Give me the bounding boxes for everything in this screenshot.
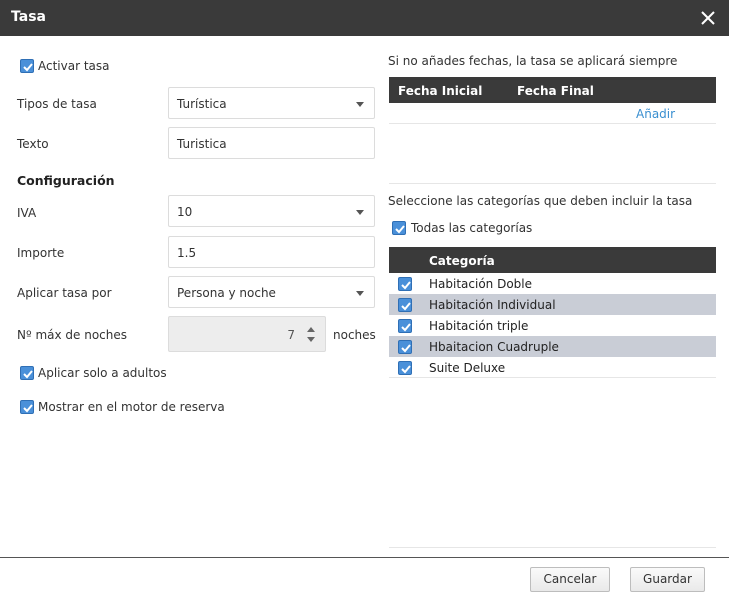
col-end-date: Fecha Final [517,84,594,98]
check-icon [401,302,411,311]
max-nights-value: 7 [287,328,295,342]
apply-by-select[interactable]: Persona y noche [168,276,375,308]
vat-select[interactable]: 10 [168,195,375,227]
nights-unit: noches [333,328,376,342]
apply-by-value: Persona y noche [177,286,276,300]
check-icon [401,281,411,290]
chevron-down-icon [356,291,364,296]
category-row[interactable]: Habitación triple [389,315,716,336]
category-row[interactable]: Habitación Individual [389,294,716,315]
text-input[interactable]: Turistica [168,127,375,159]
categories-table-header: Categoría [389,247,716,273]
decrement-icon[interactable] [307,337,315,342]
add-date-link[interactable]: Añadir [636,107,675,121]
amount-value: 1.5 [177,246,197,260]
vat-value: 10 [177,205,193,219]
activate-label: Activar tasa [38,59,110,73]
divider [389,377,716,378]
category-row[interactable]: Hbaitacion Cuadruple [389,336,716,357]
type-value: Turística [177,97,227,111]
check-icon [23,63,33,72]
col-category: Categoría [429,254,495,268]
show-engine-checkbox[interactable] [20,400,34,414]
type-select[interactable]: Turística [168,87,375,119]
cancel-button[interactable]: Cancelar [530,567,610,592]
category-checkbox[interactable] [398,340,412,354]
category-label: Habitación Doble [429,277,532,291]
category-row[interactable]: Habitación Doble [389,273,716,294]
category-label: Habitación triple [429,319,529,333]
check-icon [401,323,411,332]
footer-divider [0,557,729,558]
close-icon[interactable] [699,9,717,27]
type-label: Tipos de tasa [17,97,97,111]
vat-label: IVA [17,206,37,220]
config-heading: Configuración [17,173,115,188]
apply-by-label: Aplicar tasa por [17,286,112,300]
chevron-down-icon [356,210,364,215]
category-label: Hbaitacion Cuadruple [429,340,559,354]
max-nights-stepper[interactable]: 7 [168,316,326,352]
adults-only-label: Aplicar solo a adultos [38,366,167,380]
check-icon [23,404,33,413]
divider [389,123,716,124]
dialog-title: Tasa [11,9,46,25]
dialog-titlebar: Tasa [0,0,729,36]
amount-label: Importe [17,246,65,260]
save-button[interactable]: Guardar [630,567,705,592]
text-label: Texto [17,137,49,151]
category-checkbox[interactable] [398,319,412,333]
check-icon [401,344,411,353]
max-nights-label: Nº máx de noches [17,328,128,342]
category-label: Habitación Individual [429,298,556,312]
increment-icon[interactable] [307,327,315,332]
check-icon [395,225,405,234]
amount-input[interactable]: 1.5 [168,236,375,268]
categories-hint: Seleccione las categorías que deben incl… [388,194,693,208]
category-checkbox[interactable] [398,277,412,291]
category-row[interactable]: Suite Deluxe [389,357,716,378]
chevron-down-icon [356,102,364,107]
adults-only-checkbox[interactable] [20,366,34,380]
all-categories-label: Todas las categorías [411,221,533,235]
show-engine-label: Mostrar en el motor de reserva [38,400,225,414]
category-label: Suite Deluxe [429,361,506,375]
activate-checkbox[interactable] [20,59,34,73]
category-checkbox[interactable] [398,298,412,312]
dates-table-header: Fecha Inicial Fecha Final [389,77,716,103]
category-checkbox[interactable] [398,361,412,375]
col-start-date: Fecha Inicial [398,84,483,98]
check-icon [401,365,411,374]
check-icon [23,370,33,379]
dates-hint: Si no añades fechas, la tasa se aplicará… [388,54,678,68]
all-categories-checkbox[interactable] [392,221,406,235]
text-value: Turistica [177,137,227,151]
divider [389,547,716,548]
divider [389,183,716,184]
